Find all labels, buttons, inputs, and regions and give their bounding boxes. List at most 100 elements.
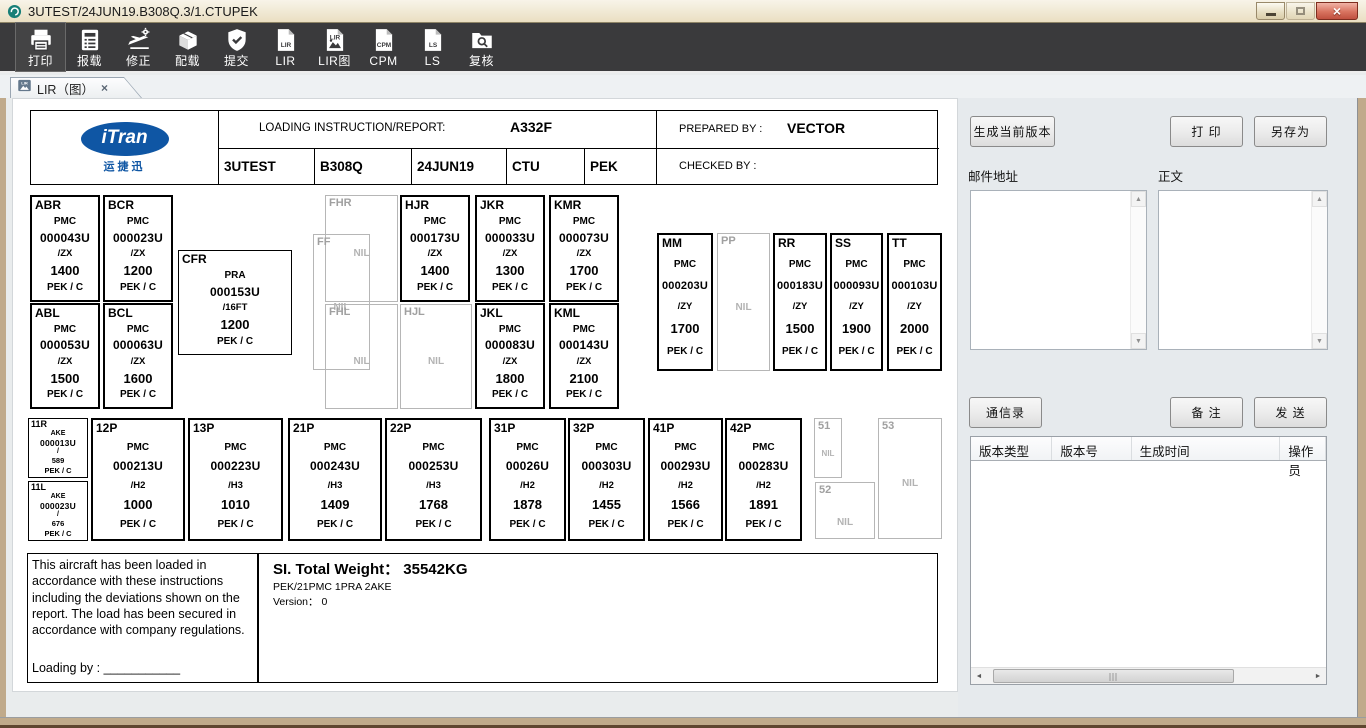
scroll-down-icon[interactable]: ▼	[1312, 333, 1327, 349]
position-label: 12P	[93, 420, 183, 435]
position-uld: PMC	[499, 324, 521, 335]
email-address-input[interactable]	[971, 191, 1130, 349]
position-weight: 1200	[124, 263, 153, 278]
version-table-column-0[interactable]: 版本类型	[971, 437, 1052, 460]
version-table-column-2[interactable]: 生成时间	[1132, 437, 1281, 460]
scroll-down-icon[interactable]: ▼	[1131, 333, 1146, 349]
version-table-column-1[interactable]: 版本号	[1052, 437, 1131, 460]
position-content: PMC00026U/H21878PEK / C	[491, 435, 564, 539]
position-number: 000073U	[559, 231, 609, 245]
position-weight: 1300	[496, 263, 525, 278]
position-dest: PEK / C	[120, 519, 156, 530]
position-label: CFR	[179, 251, 291, 266]
nil-label: NIL	[428, 356, 444, 367]
certification-text: This aircraft has been loaded in accorda…	[32, 558, 245, 637]
body-scrollbar[interactable]: ▲ ▼	[1311, 191, 1327, 349]
scroll-right-icon[interactable]: ►	[1310, 668, 1326, 684]
position-uld: PMC	[845, 259, 867, 270]
position-dest: PEK / C	[47, 389, 83, 400]
position-box-TT: TTPMC000103U/ZY2000PEK / C	[887, 233, 942, 371]
position-content: PMC000293U/H21566PEK / C	[650, 435, 721, 539]
scroll-left-icon[interactable]: ◄	[971, 668, 987, 684]
version-table-hscrollbar[interactable]: ◄ ►	[971, 667, 1326, 684]
position-box-31P: 31PPMC00026U/H21878PEK / C	[489, 418, 566, 541]
position-box-KML: KMLPMC000143U/ZX2100PEK / C	[549, 303, 619, 409]
position-dest: PEK / C	[588, 519, 624, 530]
si-total-weight-value: 35542KG	[403, 561, 467, 578]
position-box-RR: RRPMC000183U/ZY1500PEK / C	[773, 233, 827, 371]
scroll-up-icon[interactable]: ▲	[1312, 191, 1327, 207]
loading-by-line: Loading by : ___________	[32, 660, 180, 676]
contacts-button[interactable]: 通信录	[969, 397, 1042, 428]
position-number: 00026U	[506, 459, 549, 473]
position-hold: /ZX	[131, 248, 146, 259]
position-label: 31P	[491, 420, 564, 435]
position-content: NIL	[326, 318, 397, 408]
position-content: NIL	[815, 432, 841, 477]
position-hold: /H3	[328, 480, 343, 491]
position-hold: /H2	[678, 480, 693, 491]
position-hold: /ZY	[793, 301, 808, 312]
position-number: 000083U	[485, 338, 535, 352]
version-table-column-3[interactable]: 操作员	[1280, 437, 1326, 460]
position-uld: AKE	[51, 493, 66, 500]
print-panel-button[interactable]: 打 印	[1170, 116, 1243, 147]
generate-version-button[interactable]: 生成当前版本	[970, 116, 1055, 147]
position-label: HJL	[401, 305, 471, 318]
position-uld: AKE	[51, 430, 66, 437]
position-dest: PEK / C	[745, 519, 781, 530]
remarks-button[interactable]: 备 注	[1170, 397, 1243, 428]
body-text-input[interactable]	[1159, 191, 1311, 349]
position-dest: PEK / C	[667, 519, 703, 530]
position-dest: PEK / C	[667, 346, 703, 357]
position-box-KMR: KMRPMC000073U/ZX1700PEK / C	[549, 195, 619, 302]
position-content: NIL	[401, 318, 471, 408]
si-detail: PEK/21PMC 1PRA 2AKE	[273, 581, 923, 593]
position-content: PMC000283U/H21891PEK / C	[727, 435, 800, 539]
position-box-52: 52NIL	[815, 482, 875, 539]
scroll-up-icon[interactable]: ▲	[1131, 191, 1146, 207]
position-dest: PEK / C	[896, 346, 932, 357]
position-number: 000043U	[40, 231, 90, 245]
position-weight: 1900	[842, 321, 871, 336]
position-hold: /ZX	[503, 356, 518, 367]
position-box-CFR: CFRPRA000153U/16FT1200PEK / C	[178, 250, 292, 355]
position-weight: 1500	[786, 321, 815, 336]
body-text-label: 正文	[1158, 166, 1183, 185]
position-label: 52	[816, 483, 874, 496]
save-as-button[interactable]: 另存为	[1254, 116, 1327, 147]
position-weight: 1800	[496, 371, 525, 386]
position-dest: PEK / C	[509, 519, 545, 530]
position-label: FHR	[326, 196, 397, 209]
position-label: KMR	[551, 197, 617, 212]
position-content: PMC000213U/H21000PEK / C	[93, 435, 183, 539]
position-label: 32P	[570, 420, 643, 435]
nil-label: NIL	[822, 449, 835, 458]
position-dest: PEK / C	[566, 282, 602, 293]
position-dest: PEK / C	[415, 519, 451, 530]
email-address-label: 邮件地址	[968, 166, 1018, 185]
position-content: PMC000143U/ZX2100PEK / C	[551, 320, 617, 407]
email-scrollbar[interactable]: ▲ ▼	[1130, 191, 1146, 349]
position-content: PRA000153U/16FT1200PEK / C	[179, 266, 291, 354]
nil-label: NIL	[735, 302, 751, 313]
position-dest: PEK / C	[317, 519, 353, 530]
position-uld: PMC	[127, 442, 149, 453]
position-content: PMC000063U/ZX1600PEK / C	[105, 320, 171, 407]
position-hold: /ZX	[131, 356, 146, 367]
position-label: 13P	[190, 420, 281, 435]
position-uld: PMC	[789, 259, 811, 270]
hscroll-thumb[interactable]	[993, 669, 1234, 683]
position-box-HJL: HJL NIL	[400, 304, 472, 409]
position-box-22P: 22PPMC000253U/H31768PEK / C	[385, 418, 482, 541]
position-hold: /ZX	[58, 248, 73, 259]
position-label: 21P	[290, 420, 380, 435]
position-uld: PMC	[54, 216, 76, 227]
position-weight: 1200	[221, 317, 250, 332]
position-hold: /ZX	[58, 356, 73, 367]
position-hold: /H2	[520, 480, 535, 491]
position-number: 000093U	[833, 280, 879, 292]
send-button[interactable]: 发 送	[1254, 397, 1327, 428]
position-dest: PEK / C	[838, 346, 874, 357]
window-frame-left	[0, 98, 6, 718]
